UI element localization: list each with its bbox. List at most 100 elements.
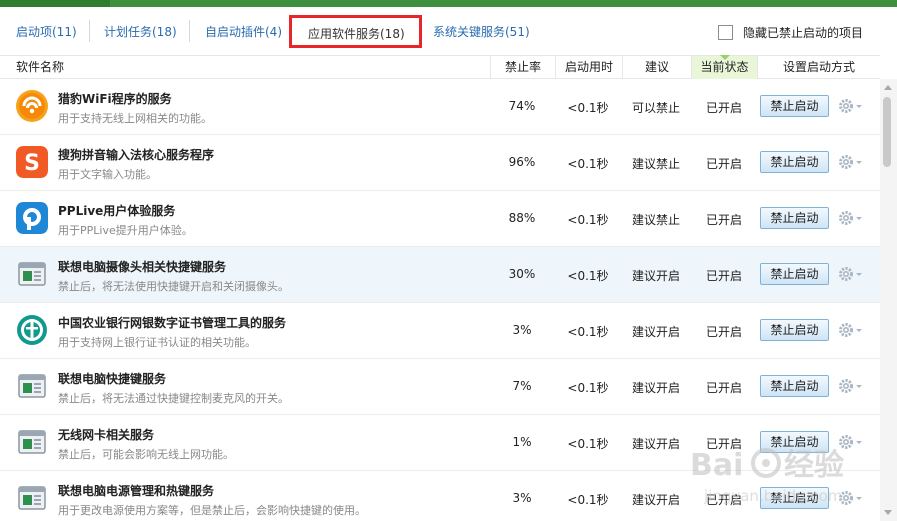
settings-gear-icon[interactable]: [838, 378, 864, 394]
settings-gear-icon[interactable]: [838, 322, 864, 338]
hide-disabled-option[interactable]: 隐藏已禁止启动的项目: [718, 24, 863, 41]
tab-app-services[interactable]: 应用软件服务(18): [289, 15, 422, 48]
disable-rate: 30%: [508, 267, 536, 281]
col-setting-header: 设置启动方式: [757, 56, 880, 79]
service-description: 用于支持网上银行证书认证的相关功能。: [58, 336, 256, 349]
disable-startup-button[interactable]: 禁止启动: [760, 375, 829, 397]
service-description: 禁止后，将无法通过快捷键控制麦克风的开关。: [58, 392, 289, 405]
table-row[interactable]: 猎豹WiFi程序的服务 用于支持无线上网相关的功能。 74% <0.1秒 可以禁…: [0, 79, 880, 135]
table-row[interactable]: 联想电脑电源管理和热键服务 用于更改电源使用方案等，但是禁止后，会影响快捷键的使…: [0, 471, 880, 521]
settings-gear-icon[interactable]: [838, 210, 864, 226]
scroll-up-arrow-icon[interactable]: [884, 85, 892, 90]
col-time-header[interactable]: 启动用时: [555, 56, 622, 79]
tab-divider: [89, 20, 90, 42]
service-description: 用于文字输入功能。: [58, 168, 157, 181]
service-name: 联想电脑快捷键服务: [58, 372, 167, 386]
settings-gear-icon[interactable]: [838, 154, 864, 170]
startup-time: <0.1秒: [567, 381, 609, 395]
table-row[interactable]: 联想电脑快捷键服务 禁止后，将无法通过快捷键控制麦克风的开关。 7% <0.1秒…: [0, 359, 880, 415]
abc-bank-icon: [17, 315, 47, 345]
service-description: 用于PPLive提升用户体验。: [58, 224, 193, 237]
disable-startup-button[interactable]: 禁止启动: [760, 319, 829, 341]
table-header: 软件名称 禁止率 启动用时 建议 当前状态 设置启动方式: [0, 55, 880, 79]
startup-time: <0.1秒: [567, 157, 609, 171]
startup-time: <0.1秒: [567, 101, 609, 115]
current-status: 已开启: [705, 269, 742, 283]
current-status: 已开启: [705, 157, 742, 171]
settings-gear-icon[interactable]: [838, 434, 864, 450]
window-top-bar: [0, 0, 897, 7]
disable-startup-button[interactable]: 禁止启动: [760, 263, 829, 285]
program-window-icon: [18, 486, 46, 510]
service-name: 联想电脑电源管理和热键服务: [58, 484, 215, 498]
table-row[interactable]: PPLive用户体验服务 用于PPLive提升用户体验。 88% <0.1秒 建…: [0, 191, 880, 247]
disable-rate: 3%: [512, 491, 532, 505]
disable-rate: 1%: [512, 435, 532, 449]
settings-gear-icon[interactable]: [838, 490, 864, 506]
program-window-icon: [18, 374, 46, 398]
hide-disabled-checkbox[interactable]: [718, 25, 733, 40]
top-tab-stub: [0, 0, 110, 7]
service-name: 中国农业银行网银数字证书管理工具的服务: [58, 316, 287, 330]
scroll-down-arrow-icon[interactable]: [884, 510, 892, 515]
startup-time: <0.1秒: [567, 437, 609, 451]
table-row[interactable]: 联想电脑摄像头相关快捷键服务 禁止后，将无法使用快捷键开启和关闭摄像头。 30%…: [0, 247, 880, 303]
startup-time: <0.1秒: [567, 493, 609, 507]
service-description: 禁止后，将无法使用快捷键开启和关闭摄像头。: [58, 280, 289, 293]
tab-scheduled-tasks[interactable]: 计划任务(18): [104, 23, 177, 40]
tab-startup-items[interactable]: 启动项(11): [16, 23, 77, 40]
service-list: 猎豹WiFi程序的服务 用于支持无线上网相关的功能。 74% <0.1秒 可以禁…: [0, 79, 880, 521]
startup-time: <0.1秒: [567, 213, 609, 227]
hide-disabled-label: 隐藏已禁止启动的项目: [743, 26, 864, 40]
advice: 建议开启: [631, 325, 680, 339]
startup-time: <0.1秒: [567, 325, 609, 339]
disable-rate: 7%: [512, 379, 532, 393]
disable-startup-button[interactable]: 禁止启动: [760, 95, 829, 117]
svg-text:S: S: [24, 151, 40, 176]
service-name: PPLive用户体验服务: [58, 204, 176, 218]
advice: 可以禁止: [631, 101, 680, 115]
col-name-header[interactable]: 软件名称: [0, 56, 490, 79]
tab-system-services[interactable]: 系统关键服务(51): [433, 23, 530, 40]
current-status: 已开启: [705, 437, 742, 451]
col-status-label: 当前状态: [700, 60, 749, 74]
disable-startup-button[interactable]: 禁止启动: [760, 151, 829, 173]
advice: 建议禁止: [631, 213, 680, 227]
program-window-icon: [18, 430, 46, 454]
disable-startup-button[interactable]: 禁止启动: [760, 431, 829, 453]
tab-autostart-plugins[interactable]: 自启动插件(4): [205, 23, 282, 40]
settings-gear-icon[interactable]: [838, 266, 864, 282]
service-description: 禁止后，可能会影响无线上网功能。: [58, 448, 234, 461]
advice: 建议开启: [631, 269, 680, 283]
table-row[interactable]: 无线网卡相关服务 禁止后，可能会影响无线上网功能。 1% <0.1秒 建议开启 …: [0, 415, 880, 471]
service-description: 用于支持无线上网相关的功能。: [58, 112, 212, 125]
startup-time: <0.1秒: [567, 269, 609, 283]
current-status: 已开启: [705, 381, 742, 395]
vertical-scrollbar[interactable]: [880, 79, 897, 521]
disable-rate: 74%: [508, 99, 536, 113]
current-status: 已开启: [705, 101, 742, 115]
disable-startup-button[interactable]: 禁止启动: [760, 207, 829, 229]
current-status: 已开启: [705, 325, 742, 339]
pplive-icon: [16, 202, 48, 234]
table-row[interactable]: S 搜狗拼音输入法核心服务程序 用于文字输入功能。 96% <0.1秒 建议禁止…: [0, 135, 880, 191]
settings-gear-icon[interactable]: [838, 98, 864, 114]
col-advice-header[interactable]: 建议: [622, 56, 691, 79]
col-rate-header[interactable]: 禁止率: [490, 56, 555, 79]
tab-divider: [189, 20, 190, 42]
wifi-icon: [16, 90, 48, 122]
disable-rate: 3%: [512, 323, 532, 337]
sogou-icon: S: [16, 146, 48, 178]
col-status-header[interactable]: 当前状态: [691, 55, 757, 79]
current-status: 已开启: [705, 213, 742, 227]
current-status: 已开启: [705, 493, 742, 507]
scroll-thumb[interactable]: [883, 97, 891, 167]
disable-startup-button[interactable]: 禁止启动: [760, 487, 829, 509]
service-description: 用于更改电源使用方案等，但是禁止后，会影响快捷键的使用。: [58, 504, 366, 517]
service-name: 猎豹WiFi程序的服务: [58, 92, 172, 106]
table-row[interactable]: 中国农业银行网银数字证书管理工具的服务 用于支持网上银行证书认证的相关功能。 3…: [0, 303, 880, 359]
advice: 建议开启: [631, 381, 680, 395]
tab-bar: 启动项(11) 计划任务(18) 自启动插件(4) 应用软件服务(18) 系统关…: [0, 7, 897, 55]
advice: 建议开启: [631, 493, 680, 507]
disable-rate: 96%: [508, 155, 536, 169]
